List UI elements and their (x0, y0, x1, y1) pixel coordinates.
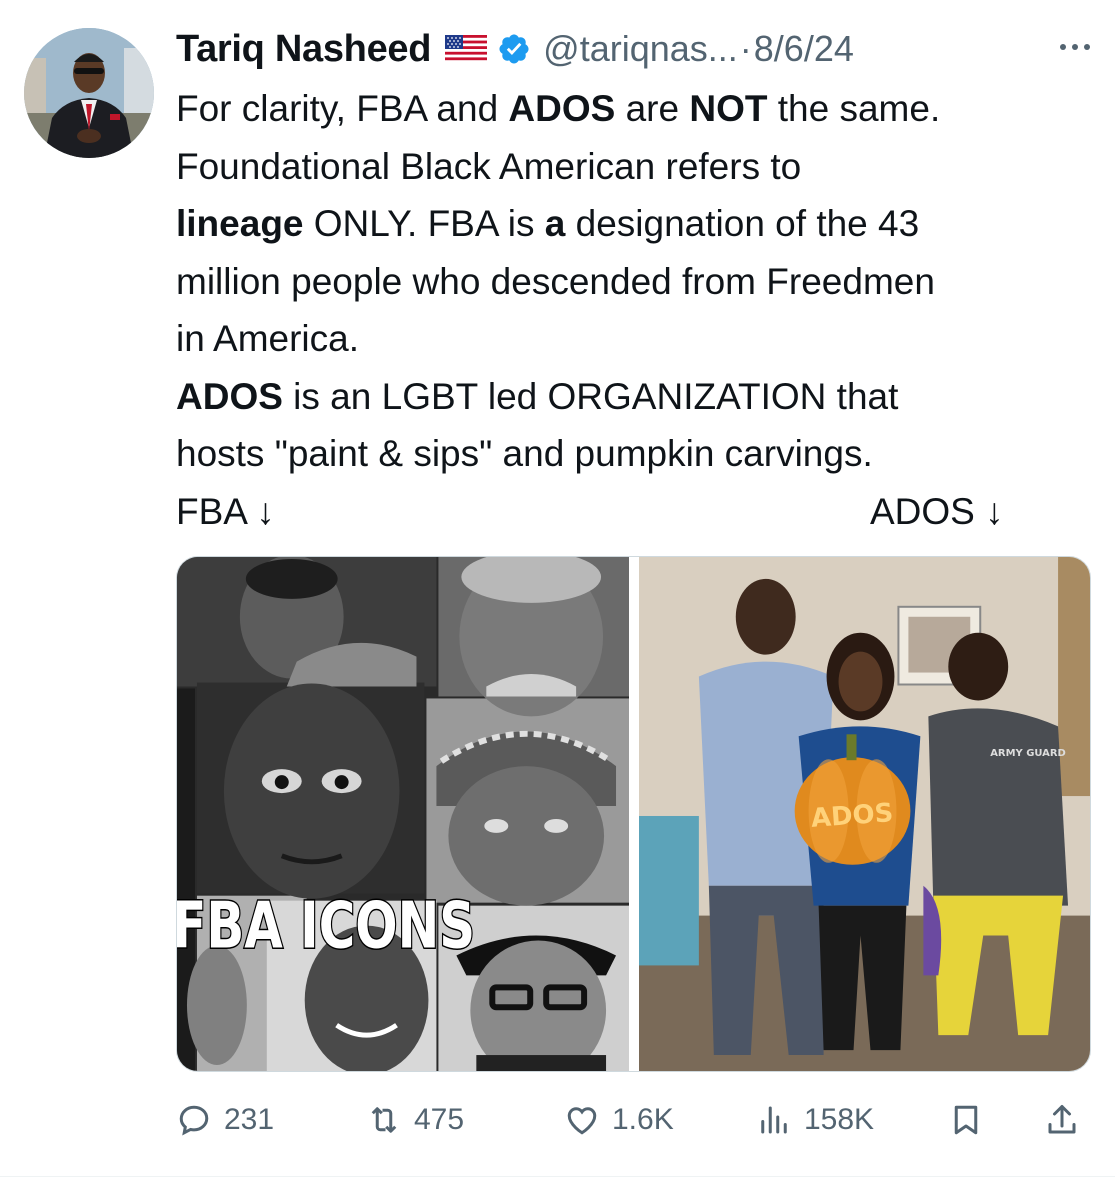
tweet-text-segment: hosts "paint & sips" and pumpkin carving… (176, 433, 873, 474)
repost-icon (371, 1107, 397, 1133)
fba-icons-collage: FBA ICONS (177, 557, 629, 1071)
tweet-text-segment: ONLY. FBA is (303, 203, 545, 244)
tweet-text-bold-segment: ADOS (508, 88, 616, 129)
tweet-text-bold-segment: a (544, 203, 566, 244)
verified-badge-icon (499, 34, 529, 64)
separator-dot: · (739, 28, 752, 69)
bookmark-button[interactable] (948, 1092, 984, 1148)
like-count: 1.6K (612, 1103, 674, 1136)
ados-arrow-label: ADOS ↓ (870, 490, 1004, 532)
tweet-text-line: For clarity, FBA and ADOS are NOT the sa… (176, 80, 1101, 138)
tweet-text-segment: the same. (767, 88, 941, 129)
pumpkin-carving-text: ADOS (810, 798, 894, 834)
tweet-text-segment: are (615, 88, 690, 129)
tweet-date[interactable]: 8/6/24 (754, 28, 854, 70)
tweet-text-line: million people who descended from Freedm… (176, 253, 1101, 311)
tweet-text-lines: For clarity, FBA and ADOS are NOT the sa… (176, 80, 1101, 483)
fba-icons-caption: FBA ICONS (177, 890, 475, 964)
tweet[interactable]: Tariq Nasheed @tariqnas... · 8/6/24 For … (0, 0, 1115, 1200)
shirt-text: ARMY GUARD (990, 748, 1066, 759)
tweet-text-segment: Foundational Black American refers to (176, 145, 802, 187)
tweet-actions: 231 475 1.6K 158K (176, 1092, 1091, 1148)
tweet-text-line: in America. (176, 310, 1101, 368)
views-icon (761, 1106, 787, 1134)
bookmark-icon (954, 1105, 978, 1135)
tweet-text-line: ADOS is an LGBT led ORGANIZATION that (176, 368, 1101, 426)
tweet-media[interactable]: FBA ICONS ADOS ARMY GUARD (176, 556, 1091, 1072)
views-count: 158K (804, 1103, 875, 1136)
tweet-text-segment: in America. (176, 318, 360, 359)
ados-party-photo: ADOS ARMY GUARD (639, 557, 1090, 1071)
tweet-text-line: Foundational Black American refers to (176, 138, 1101, 196)
repost-count: 475 (414, 1103, 465, 1136)
more-icon[interactable] (1055, 32, 1095, 62)
tweet-header: Tariq Nasheed @tariqnas... · 8/6/24 (176, 26, 1095, 72)
tweet-text-line: lineage ONLY. FBA is a designation of th… (176, 195, 1101, 253)
tweet-text-bold-segment: ADOS (176, 375, 283, 417)
author-name[interactable]: Tariq Nasheed (176, 28, 431, 71)
author-handle[interactable]: @tariqnas... (543, 28, 738, 70)
views-button[interactable]: 158K (756, 1092, 874, 1148)
reply-icon (179, 1105, 209, 1136)
us-flag-icon (445, 35, 488, 63)
media-image-fba-icons[interactable]: FBA ICONS (177, 557, 629, 1071)
media-image-ados-party[interactable]: ADOS ARMY GUARD (639, 557, 1090, 1071)
tweet-text-segment: million people who descended from Freedm… (176, 260, 935, 302)
share-icon (1048, 1105, 1076, 1134)
tweet-text-bold-segment: NOT (689, 88, 768, 129)
tweet-divider (0, 1176, 1115, 1177)
arrow-line: FBA ↓ ADOS ↓ (176, 483, 1101, 541)
avatar-image (24, 28, 154, 158)
reply-count: 231 (224, 1103, 275, 1136)
share-button[interactable] (1044, 1092, 1080, 1148)
reply-button[interactable]: 231 (176, 1092, 274, 1148)
avatar[interactable] (24, 28, 154, 158)
tweet-text-segment: For clarity, FBA and (176, 88, 509, 129)
repost-button[interactable]: 475 (366, 1092, 464, 1148)
tweet-text-segment: designation of the 43 (565, 203, 920, 244)
tweet-text-bold-segment: lineage (176, 203, 304, 244)
like-button[interactable]: 1.6K (564, 1092, 674, 1148)
like-icon (567, 1107, 597, 1135)
fba-arrow-label: FBA ↓ (176, 490, 275, 532)
tweet-text-line: hosts "paint & sips" and pumpkin carving… (176, 425, 1101, 483)
tweet-text: For clarity, FBA and ADOS are NOT the sa… (176, 80, 1101, 540)
tweet-text-segment: is an LGBT led ORGANIZATION that (282, 375, 899, 417)
